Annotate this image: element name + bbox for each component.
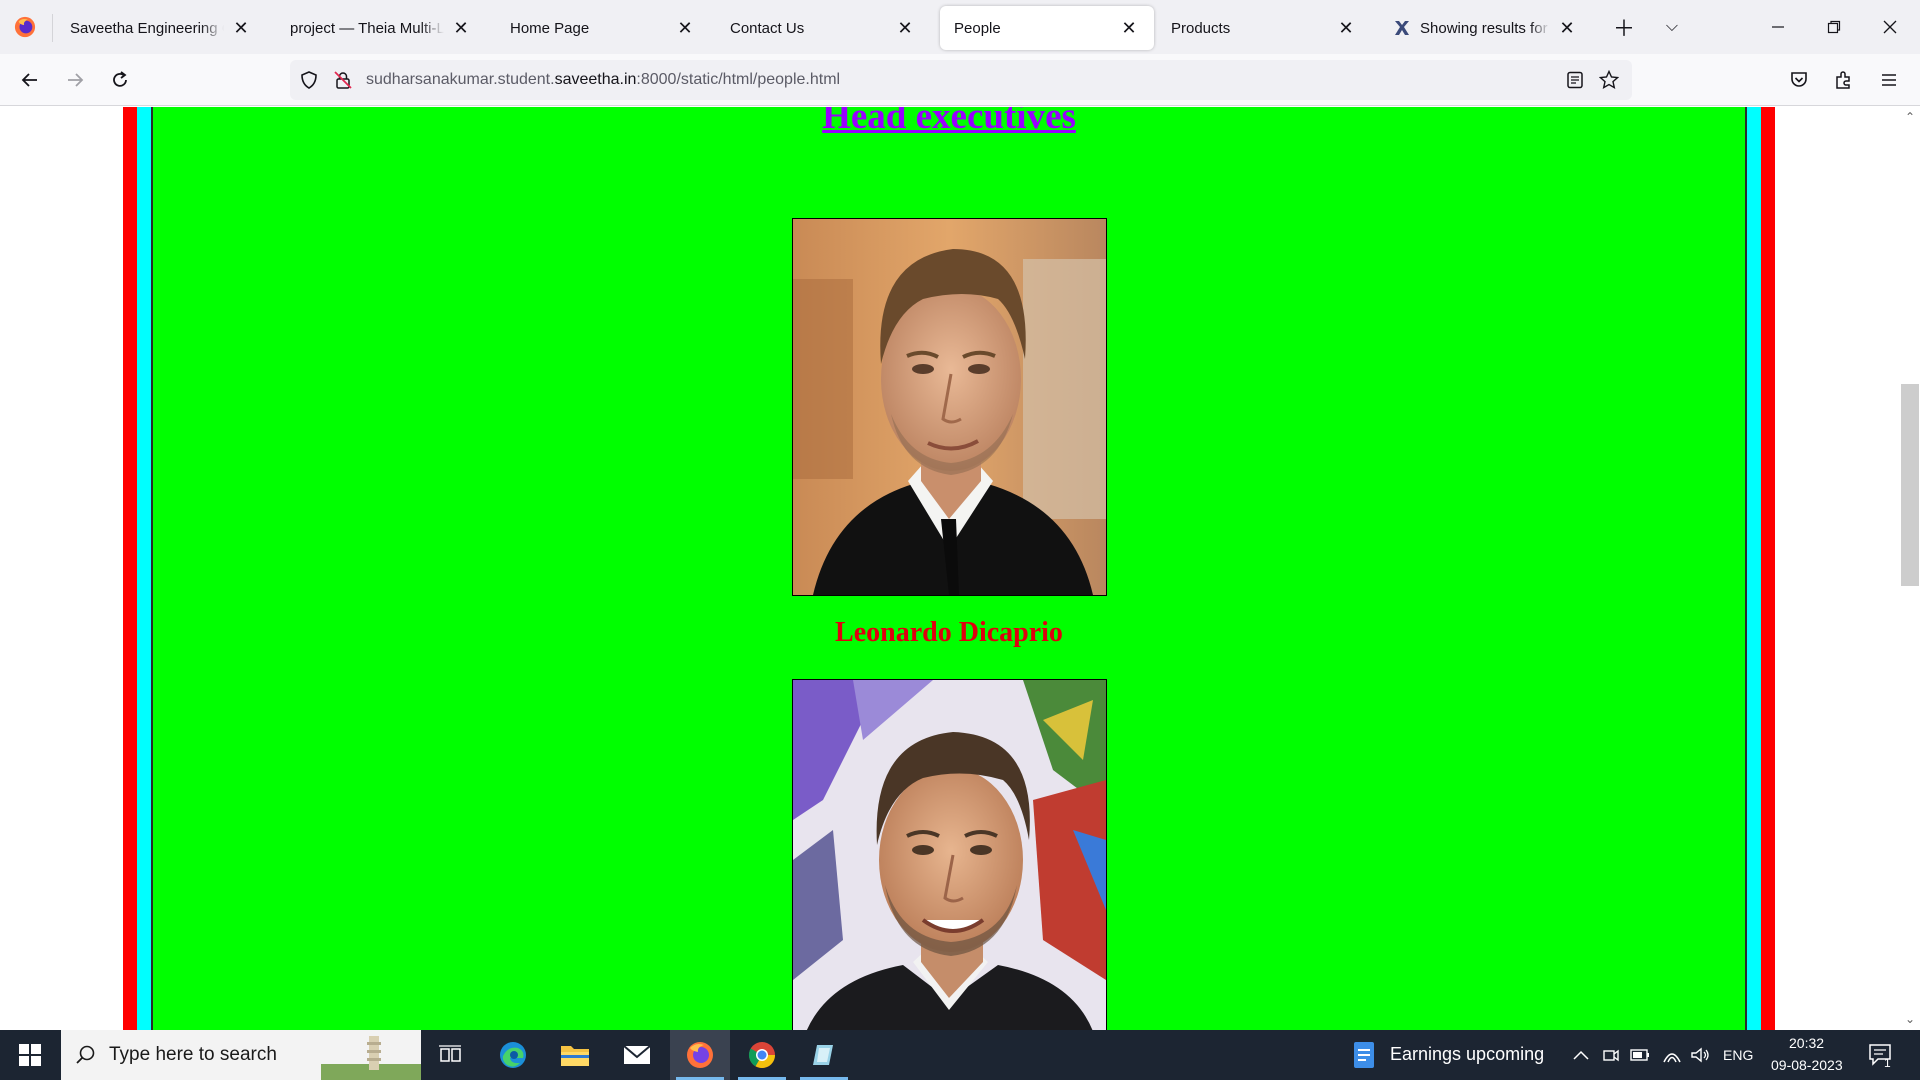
- taskbar-mail[interactable]: [607, 1030, 667, 1080]
- close-tab-icon[interactable]: ✕: [230, 17, 252, 39]
- person-name: Leonardo Dicaprio: [835, 617, 1063, 648]
- clock-date[interactable]: 09-08-2023: [1771, 1057, 1843, 1073]
- show-hidden-icons-chevron-icon[interactable]: [1573, 1049, 1589, 1061]
- close-tab-icon[interactable]: ✕: [1118, 17, 1140, 39]
- firefox-icon: [687, 1042, 713, 1068]
- restore-button[interactable]: [1806, 0, 1862, 54]
- taskbar-app-launcher[interactable]: [794, 1030, 854, 1080]
- meet-now-icon[interactable]: [1602, 1046, 1620, 1064]
- extensions-button[interactable]: [1826, 62, 1862, 98]
- page-border-cyan-right: [1747, 107, 1761, 1030]
- file-explorer-folder-icon: [561, 1046, 589, 1066]
- puzzle-piece-icon: [1836, 71, 1850, 89]
- windows-logo-icon: [19, 1044, 41, 1066]
- reader-view-icon[interactable]: [1564, 69, 1586, 91]
- tab-project-theia[interactable]: project — Theia Multi-Language ✕: [276, 6, 486, 50]
- person-photo-2: [792, 679, 1107, 1030]
- tab-label: Saveetha Engineering College: [70, 19, 224, 37]
- forward-arrow-icon: [68, 73, 84, 87]
- tab-favicon-icon: [1395, 21, 1409, 35]
- search-icon: [76, 1045, 95, 1064]
- start-button[interactable]: [0, 1030, 60, 1080]
- close-tab-icon[interactable]: ✕: [674, 17, 696, 39]
- close-icon: [1883, 20, 1897, 34]
- reload-icon: [113, 71, 127, 87]
- scroll-up-arrow-icon[interactable]: ⌃: [1900, 108, 1920, 126]
- firefox-menu-icon[interactable]: [14, 16, 36, 38]
- tab-search-results[interactable]: Showing results for https ✕: [1378, 6, 1592, 50]
- bookmark-star-icon[interactable]: [1598, 69, 1620, 91]
- minimize-icon: [1772, 26, 1784, 28]
- tab-label: Contact Us: [730, 19, 805, 37]
- task-view-icon: [439, 1045, 461, 1062]
- tracking-protection-shield-icon[interactable]: [298, 69, 320, 91]
- app-menu-button[interactable]: [1871, 62, 1907, 98]
- url-suffix: :8000/static/html/people.html: [636, 71, 841, 88]
- taskbar-edge[interactable]: [483, 1030, 543, 1080]
- tab-label: Showing results for https: [1420, 19, 1550, 37]
- hamburger-menu-icon: [1882, 74, 1896, 86]
- mail-envelope-icon: [623, 1045, 651, 1064]
- clock-time[interactable]: 20:32: [1789, 1035, 1824, 1051]
- url-prefix: sudharsanakumar.student.: [366, 71, 555, 88]
- new-tab-button[interactable]: ＋: [1606, 10, 1642, 44]
- list-all-tabs-button[interactable]: ⌵: [1654, 10, 1690, 44]
- news-widget-text[interactable]: Earnings upcoming: [1390, 1044, 1544, 1065]
- close-tab-icon[interactable]: ✕: [450, 17, 472, 39]
- volume-speaker-icon[interactable]: [1690, 1046, 1710, 1064]
- tab-people[interactable]: People ✕: [940, 6, 1154, 50]
- tab-strip: Saveetha Engineering College ✕ project —…: [0, 0, 1920, 54]
- back-button[interactable]: [12, 62, 48, 98]
- tab-label: Products: [1171, 19, 1231, 37]
- navigation-toolbar: sudharsanakumar.student.saveetha.in:8000…: [0, 54, 1920, 106]
- page-border-cyan-left: [137, 107, 151, 1030]
- reload-button[interactable]: [102, 62, 138, 98]
- tab-saveetha[interactable]: Saveetha Engineering College ✕: [56, 6, 266, 50]
- taskbar-chrome[interactable]: [732, 1030, 792, 1080]
- url-domain: saveetha.in: [554, 71, 637, 88]
- pocket-icon: [1791, 72, 1807, 87]
- chrome-icon: [748, 1042, 776, 1069]
- close-tab-icon[interactable]: ✕: [894, 17, 916, 39]
- tab-label: People: [954, 19, 1001, 37]
- url-text[interactable]: sudharsanakumar.student.saveetha.in:8000…: [366, 71, 840, 89]
- page-border-red-right: [1761, 107, 1775, 1030]
- page-viewport: Head executives Leonardo Dicaprio: [0, 107, 1900, 1030]
- news-widget-icon[interactable]: [1352, 1040, 1378, 1070]
- task-view-button[interactable]: [420, 1030, 480, 1080]
- address-bar[interactable]: sudharsanakumar.student.saveetha.in:8000…: [290, 60, 1632, 100]
- close-tab-icon[interactable]: ✕: [1556, 17, 1578, 39]
- search-placeholder: Type here to search: [109, 1044, 277, 1065]
- close-window-button[interactable]: [1862, 0, 1918, 54]
- battery-icon[interactable]: [1630, 1048, 1650, 1062]
- windows-taskbar: Type here to search Earnings upcoming EN…: [0, 1030, 1920, 1080]
- insecure-lock-icon[interactable]: [332, 69, 354, 91]
- edge-browser-icon: [500, 1042, 526, 1068]
- page-heading-link[interactable]: Head executives: [153, 107, 1745, 138]
- close-tab-icon[interactable]: ✕: [1335, 17, 1357, 39]
- taskbar-firefox[interactable]: [670, 1030, 730, 1080]
- wifi-icon[interactable]: [1662, 1046, 1682, 1064]
- back-arrow-icon: [21, 73, 37, 87]
- restore-icon: [1827, 20, 1841, 34]
- input-language-indicator[interactable]: ENG: [1723, 1047, 1753, 1063]
- pocket-button[interactable]: [1781, 62, 1817, 98]
- tab-contact-us[interactable]: Contact Us ✕: [716, 6, 930, 50]
- minimize-button[interactable]: [1750, 0, 1806, 54]
- person-photo-leonardo: [792, 218, 1107, 596]
- tab-home-page[interactable]: Home Page ✕: [496, 6, 710, 50]
- scrollbar-thumb[interactable]: [1901, 384, 1919, 586]
- scroll-down-arrow-icon[interactable]: ⌄: [1900, 1010, 1920, 1028]
- tab-separator: [52, 14, 53, 42]
- tab-label: Home Page: [510, 19, 590, 37]
- glass-app-icon: [813, 1045, 833, 1065]
- taskbar-search-box[interactable]: Type here to search: [61, 1030, 421, 1080]
- tab-label: project — Theia Multi-Language: [290, 19, 444, 37]
- search-highlight-illustration-icon: [321, 1036, 421, 1080]
- notification-count-badge: 1: [1884, 1056, 1891, 1070]
- taskbar-file-explorer[interactable]: [545, 1030, 605, 1080]
- forward-button[interactable]: [57, 62, 93, 98]
- tab-products[interactable]: Products ✕: [1157, 6, 1371, 50]
- page-border-red-left: [123, 107, 137, 1030]
